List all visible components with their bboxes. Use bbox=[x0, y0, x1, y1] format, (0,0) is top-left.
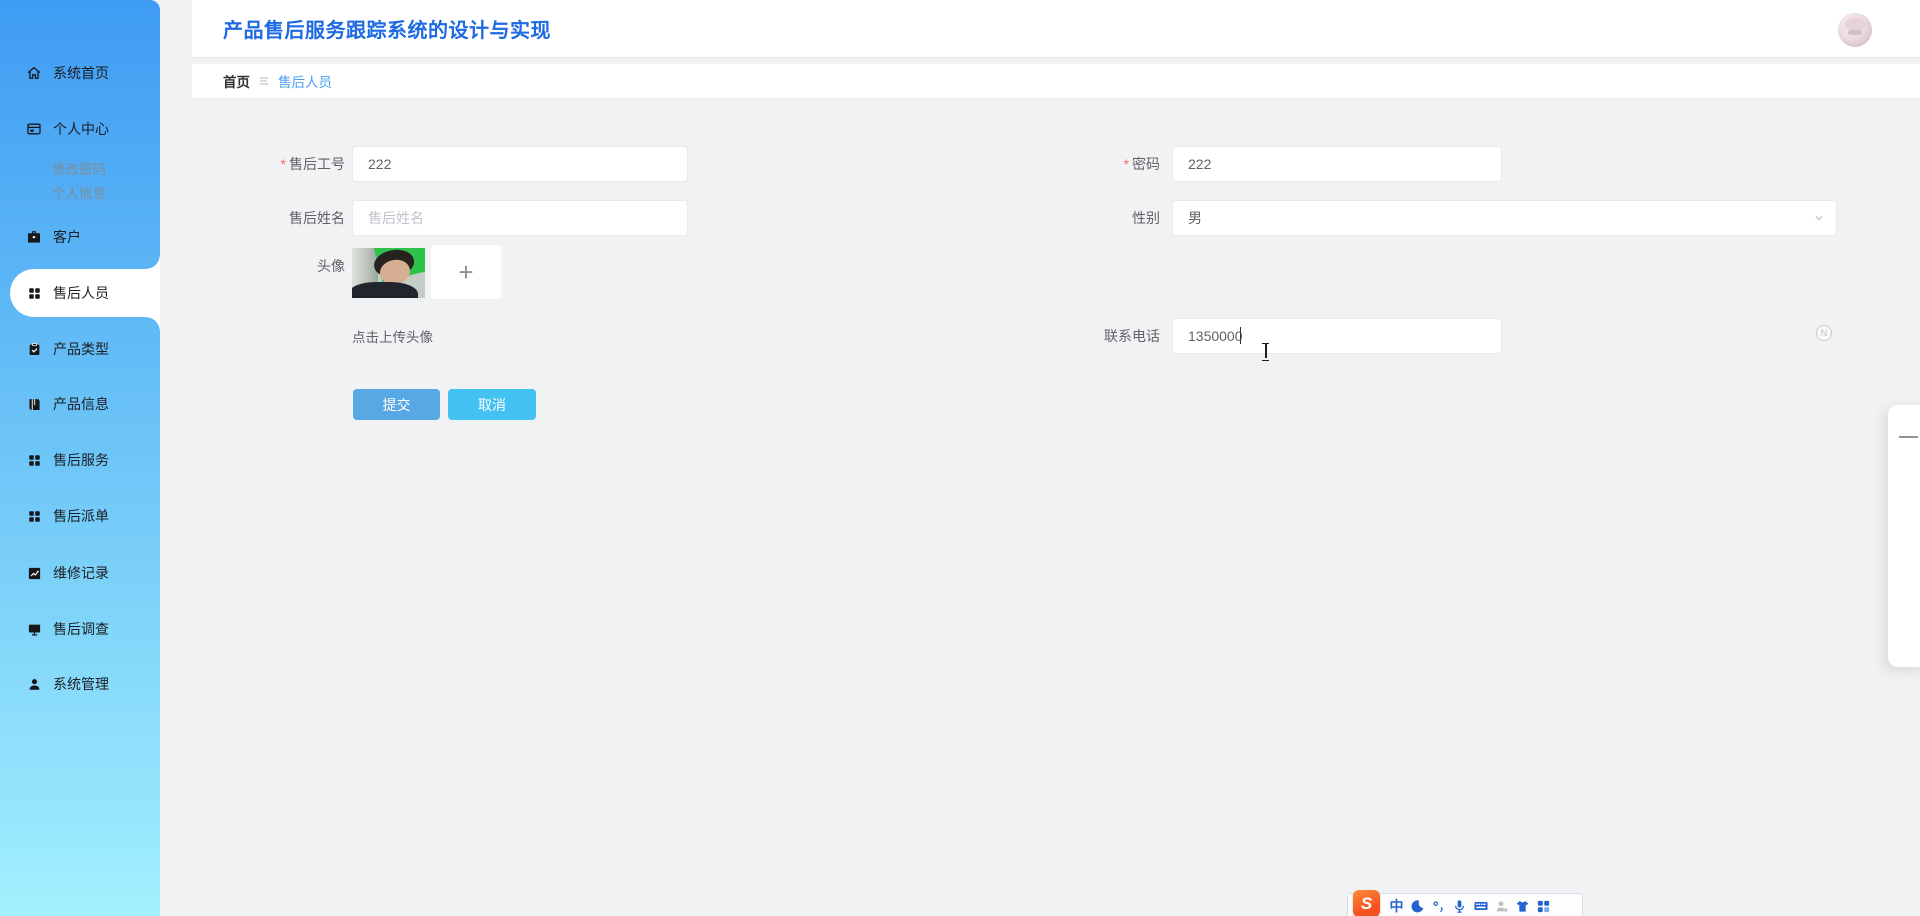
header-bar: 产品售后服务跟踪系统的设计与实现 bbox=[192, 0, 1920, 57]
sidebar-item-label: 售后派单 bbox=[53, 508, 109, 524]
password-input[interactable] bbox=[1172, 146, 1502, 182]
breadcrumb-current-link[interactable]: 售后人员 bbox=[278, 71, 332, 91]
sidebar-item-label: 系统首页 bbox=[53, 65, 109, 81]
panel-dash bbox=[1899, 436, 1918, 438]
sidebar-subitem-personal-info[interactable]: 个人信息 bbox=[0, 178, 160, 206]
avatar-upload-hint[interactable]: 点击上传头像 bbox=[352, 326, 433, 346]
required-star: * bbox=[1123, 156, 1129, 172]
sidebar-subitem-label: 修改密码 bbox=[52, 162, 106, 177]
sidebar-item-home[interactable]: 系统首页 bbox=[0, 53, 160, 93]
gender-select[interactable]: 男 bbox=[1172, 200, 1837, 236]
gender-label: 性别 bbox=[1132, 210, 1160, 226]
sidebar-item-product-type[interactable]: 产品类型 bbox=[0, 329, 160, 369]
sidebar-item-profile-center[interactable]: 个人中心 bbox=[0, 109, 160, 149]
grid-icon bbox=[26, 452, 42, 468]
sidebar-item-label: 系统管理 bbox=[53, 676, 109, 692]
sidebar: 系统首页 个人中心 修改密码 个人信息 客户 售后人员 产品类型 产品信息 售后… bbox=[0, 0, 160, 916]
user-avatar[interactable] bbox=[1838, 13, 1872, 47]
plus-icon: + bbox=[458, 256, 474, 287]
worker-id-label: * 售后工号 bbox=[280, 156, 345, 172]
ime-account-icon[interactable] bbox=[1491, 896, 1512, 916]
worker-id-input[interactable] bbox=[352, 146, 688, 182]
ime-fullwidth-moon-icon[interactable] bbox=[1407, 896, 1428, 916]
sidebar-item-system-management[interactable]: 系统管理 bbox=[0, 664, 160, 704]
text-caret bbox=[1240, 327, 1241, 344]
sidebar-item-label: 产品信息 bbox=[53, 396, 109, 412]
sidebar-item-customers[interactable]: 客户 bbox=[0, 217, 160, 257]
mouse-ibeam-cursor bbox=[1261, 342, 1270, 361]
phone-input[interactable] bbox=[1172, 318, 1502, 354]
ime-keyboard-icon[interactable] bbox=[1470, 896, 1491, 916]
field-password: * 密码 bbox=[1000, 146, 1502, 182]
chevron-down-icon bbox=[1813, 212, 1825, 224]
briefcase-icon bbox=[26, 229, 42, 245]
monitor-icon bbox=[26, 621, 42, 637]
sidebar-item-aftersales-staff[interactable]: 售后人员 bbox=[0, 273, 160, 313]
sidebar-item-label: 个人中心 bbox=[53, 121, 109, 137]
idcard-icon bbox=[26, 121, 42, 137]
ime-chinese-mode-icon[interactable]: 中 bbox=[1386, 896, 1407, 916]
sidebar-subitem-label: 个人信息 bbox=[52, 186, 106, 201]
ime-skin-shirt-icon[interactable] bbox=[1512, 896, 1533, 916]
avatar-label: 头像 bbox=[317, 258, 345, 274]
sidebar-item-label: 售后服务 bbox=[53, 452, 109, 468]
sogou-logo-icon[interactable]: S bbox=[1353, 890, 1380, 916]
ime-microphone-icon[interactable] bbox=[1449, 896, 1470, 916]
avatar-upload-button[interactable]: + bbox=[431, 245, 501, 299]
breadcrumb: 首页 售后人员 bbox=[192, 64, 1920, 98]
ime-toolbar: S 中 bbox=[1347, 890, 1583, 916]
sidebar-item-aftersales-survey[interactable]: 售后调查 bbox=[0, 609, 160, 649]
right-edge-panel[interactable] bbox=[1888, 405, 1920, 667]
sidebar-item-aftersales-dispatch[interactable]: 售后派单 bbox=[0, 496, 160, 536]
staff-name-label: 售后姓名 bbox=[289, 210, 345, 226]
phone-label: 联系电话 bbox=[1104, 328, 1160, 344]
sidebar-item-label: 售后调查 bbox=[53, 621, 109, 637]
breadcrumb-home-link[interactable]: 首页 bbox=[223, 71, 250, 91]
ime-punctuation-icon[interactable] bbox=[1428, 896, 1449, 916]
field-staff-name: 售后姓名 bbox=[192, 200, 688, 236]
staff-name-input[interactable] bbox=[352, 200, 688, 236]
cancel-button[interactable]: 取消 bbox=[448, 389, 536, 420]
gender-selected-value: 男 bbox=[1188, 210, 1202, 226]
ime-toolbox-grid-icon[interactable] bbox=[1533, 896, 1554, 916]
submit-button[interactable]: 提交 bbox=[353, 389, 440, 420]
grid-icon bbox=[26, 285, 42, 301]
field-phone: 联系电话 bbox=[1000, 318, 1502, 354]
ime-status-icon: N bbox=[1816, 325, 1832, 341]
page-title: 产品售后服务跟踪系统的设计与实现 bbox=[223, 20, 551, 42]
sidebar-item-label: 客户 bbox=[53, 229, 81, 245]
book-icon bbox=[26, 396, 42, 412]
sidebar-item-aftersales-service[interactable]: 售后服务 bbox=[0, 440, 160, 480]
field-worker-id: * 售后工号 bbox=[192, 146, 688, 182]
field-gender: 性别 男 bbox=[1000, 200, 1837, 236]
chart-icon bbox=[26, 565, 42, 581]
avatar-photo-thumbnail[interactable] bbox=[352, 248, 425, 298]
sidebar-item-product-info[interactable]: 产品信息 bbox=[0, 384, 160, 424]
required-star: * bbox=[280, 156, 286, 172]
app-window: 系统首页 个人中心 修改密码 个人信息 客户 售后人员 产品类型 产品信息 售后… bbox=[0, 0, 1920, 916]
grid-icon bbox=[26, 508, 42, 524]
clipboard-icon bbox=[26, 341, 42, 357]
user-icon bbox=[26, 676, 42, 692]
sidebar-item-repair-records[interactable]: 维修记录 bbox=[0, 553, 160, 593]
home-icon bbox=[26, 65, 42, 81]
password-label: * 密码 bbox=[1123, 156, 1160, 172]
sidebar-item-label: 产品类型 bbox=[53, 341, 109, 357]
sidebar-item-label: 维修记录 bbox=[53, 565, 109, 581]
sidebar-item-label: 售后人员 bbox=[53, 285, 109, 301]
breadcrumb-separator-icon bbox=[258, 75, 270, 87]
